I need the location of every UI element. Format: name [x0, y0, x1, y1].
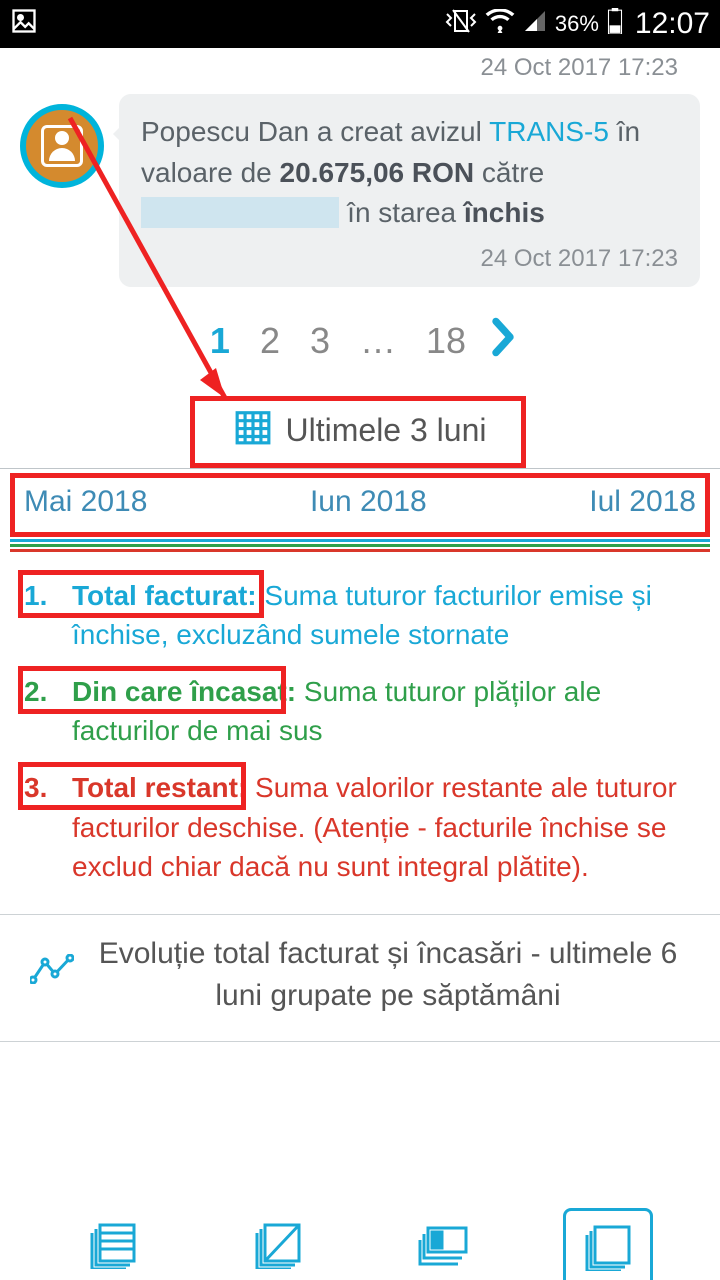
month-2[interactable]: Iun 2018	[310, 485, 427, 519]
msg-amount: 20.675,06 RON	[280, 157, 475, 188]
legend-num: 3.	[24, 768, 64, 807]
message-bubble: Popescu Dan a creat avizul TRANS-5 în va…	[119, 94, 700, 287]
legend-item-total-facturat: 1. Total facturat: Suma tuturor facturil…	[24, 576, 696, 654]
month-3[interactable]: Iul 2018	[589, 485, 696, 519]
section-title: Ultimele 3 luni	[286, 412, 487, 449]
msg-state: închis	[464, 197, 545, 228]
nav-tab-3[interactable]	[398, 1208, 488, 1280]
feed-item: Popescu Dan a creat avizul TRANS-5 în va…	[20, 94, 700, 287]
evo-title: Evoluție total facturat și încasări - ul…	[86, 933, 690, 1017]
nav-tab-2[interactable]	[233, 1208, 323, 1280]
battery-icon	[607, 8, 623, 41]
prev-message-timestamp: 24 Oct 2017 17:23	[20, 48, 700, 94]
page-3[interactable]: 3	[304, 318, 336, 364]
legend-term: Total restant:	[72, 772, 247, 803]
section-header-evolutie: Evoluție total facturat și încasări - ul…	[0, 914, 720, 1042]
nav-tab-4-active[interactable]	[563, 1208, 653, 1280]
msg-text: către	[474, 157, 544, 188]
clock: 12:07	[635, 7, 710, 41]
battery-pct: 36%	[555, 11, 599, 37]
page-1[interactable]: 1	[204, 318, 236, 364]
chart-line-icon	[30, 954, 74, 996]
message-timestamp: 24 Oct 2017 17:23	[141, 242, 678, 277]
wifi-icon	[485, 9, 515, 40]
months-row: Mai 2018 Iun 2018 Iul 2018	[0, 469, 720, 537]
activity-feed: 24 Oct 2017 17:23 Popescu Dan a creat av…	[0, 48, 720, 287]
section-header-last-3-months: Ultimele 3 luni	[0, 398, 720, 469]
legend-term: Din care încasat:	[72, 676, 296, 707]
avatar[interactable]	[20, 104, 104, 188]
month-1[interactable]: Mai 2018	[24, 485, 147, 519]
legend-term: Total facturat:	[72, 580, 257, 611]
msg-text: Popescu Dan a creat avizul	[141, 116, 489, 147]
page-ellipsis: …	[354, 318, 402, 364]
redacted-client: ██████████	[141, 197, 339, 228]
legend-item-restant: 3. Total restant: Suma valorilor restant…	[24, 768, 696, 886]
gallery-icon	[10, 7, 38, 42]
next-page-icon[interactable]	[490, 317, 516, 366]
android-status-bar: 36% 12:07	[0, 0, 720, 48]
page-2[interactable]: 2	[254, 318, 286, 364]
legend-item-incasat: 2. Din care încasat: Suma tuturor plățil…	[24, 672, 696, 750]
bottom-nav	[0, 1170, 720, 1280]
legend-list: 1. Total facturat: Suma tuturor facturil…	[0, 552, 720, 914]
calendar-icon	[234, 408, 272, 454]
pagination: 1 2 3 … 18	[0, 287, 720, 398]
page-last[interactable]: 18	[420, 318, 472, 364]
legend-num: 2.	[24, 672, 64, 711]
msg-text: în starea	[339, 197, 464, 228]
nav-tab-1[interactable]	[68, 1208, 158, 1280]
vibrate-icon	[445, 8, 477, 41]
legend-num: 1.	[24, 576, 64, 615]
signal-icon	[523, 9, 547, 40]
legend-rules	[0, 537, 720, 552]
invoice-link[interactable]: TRANS-5	[489, 116, 609, 147]
